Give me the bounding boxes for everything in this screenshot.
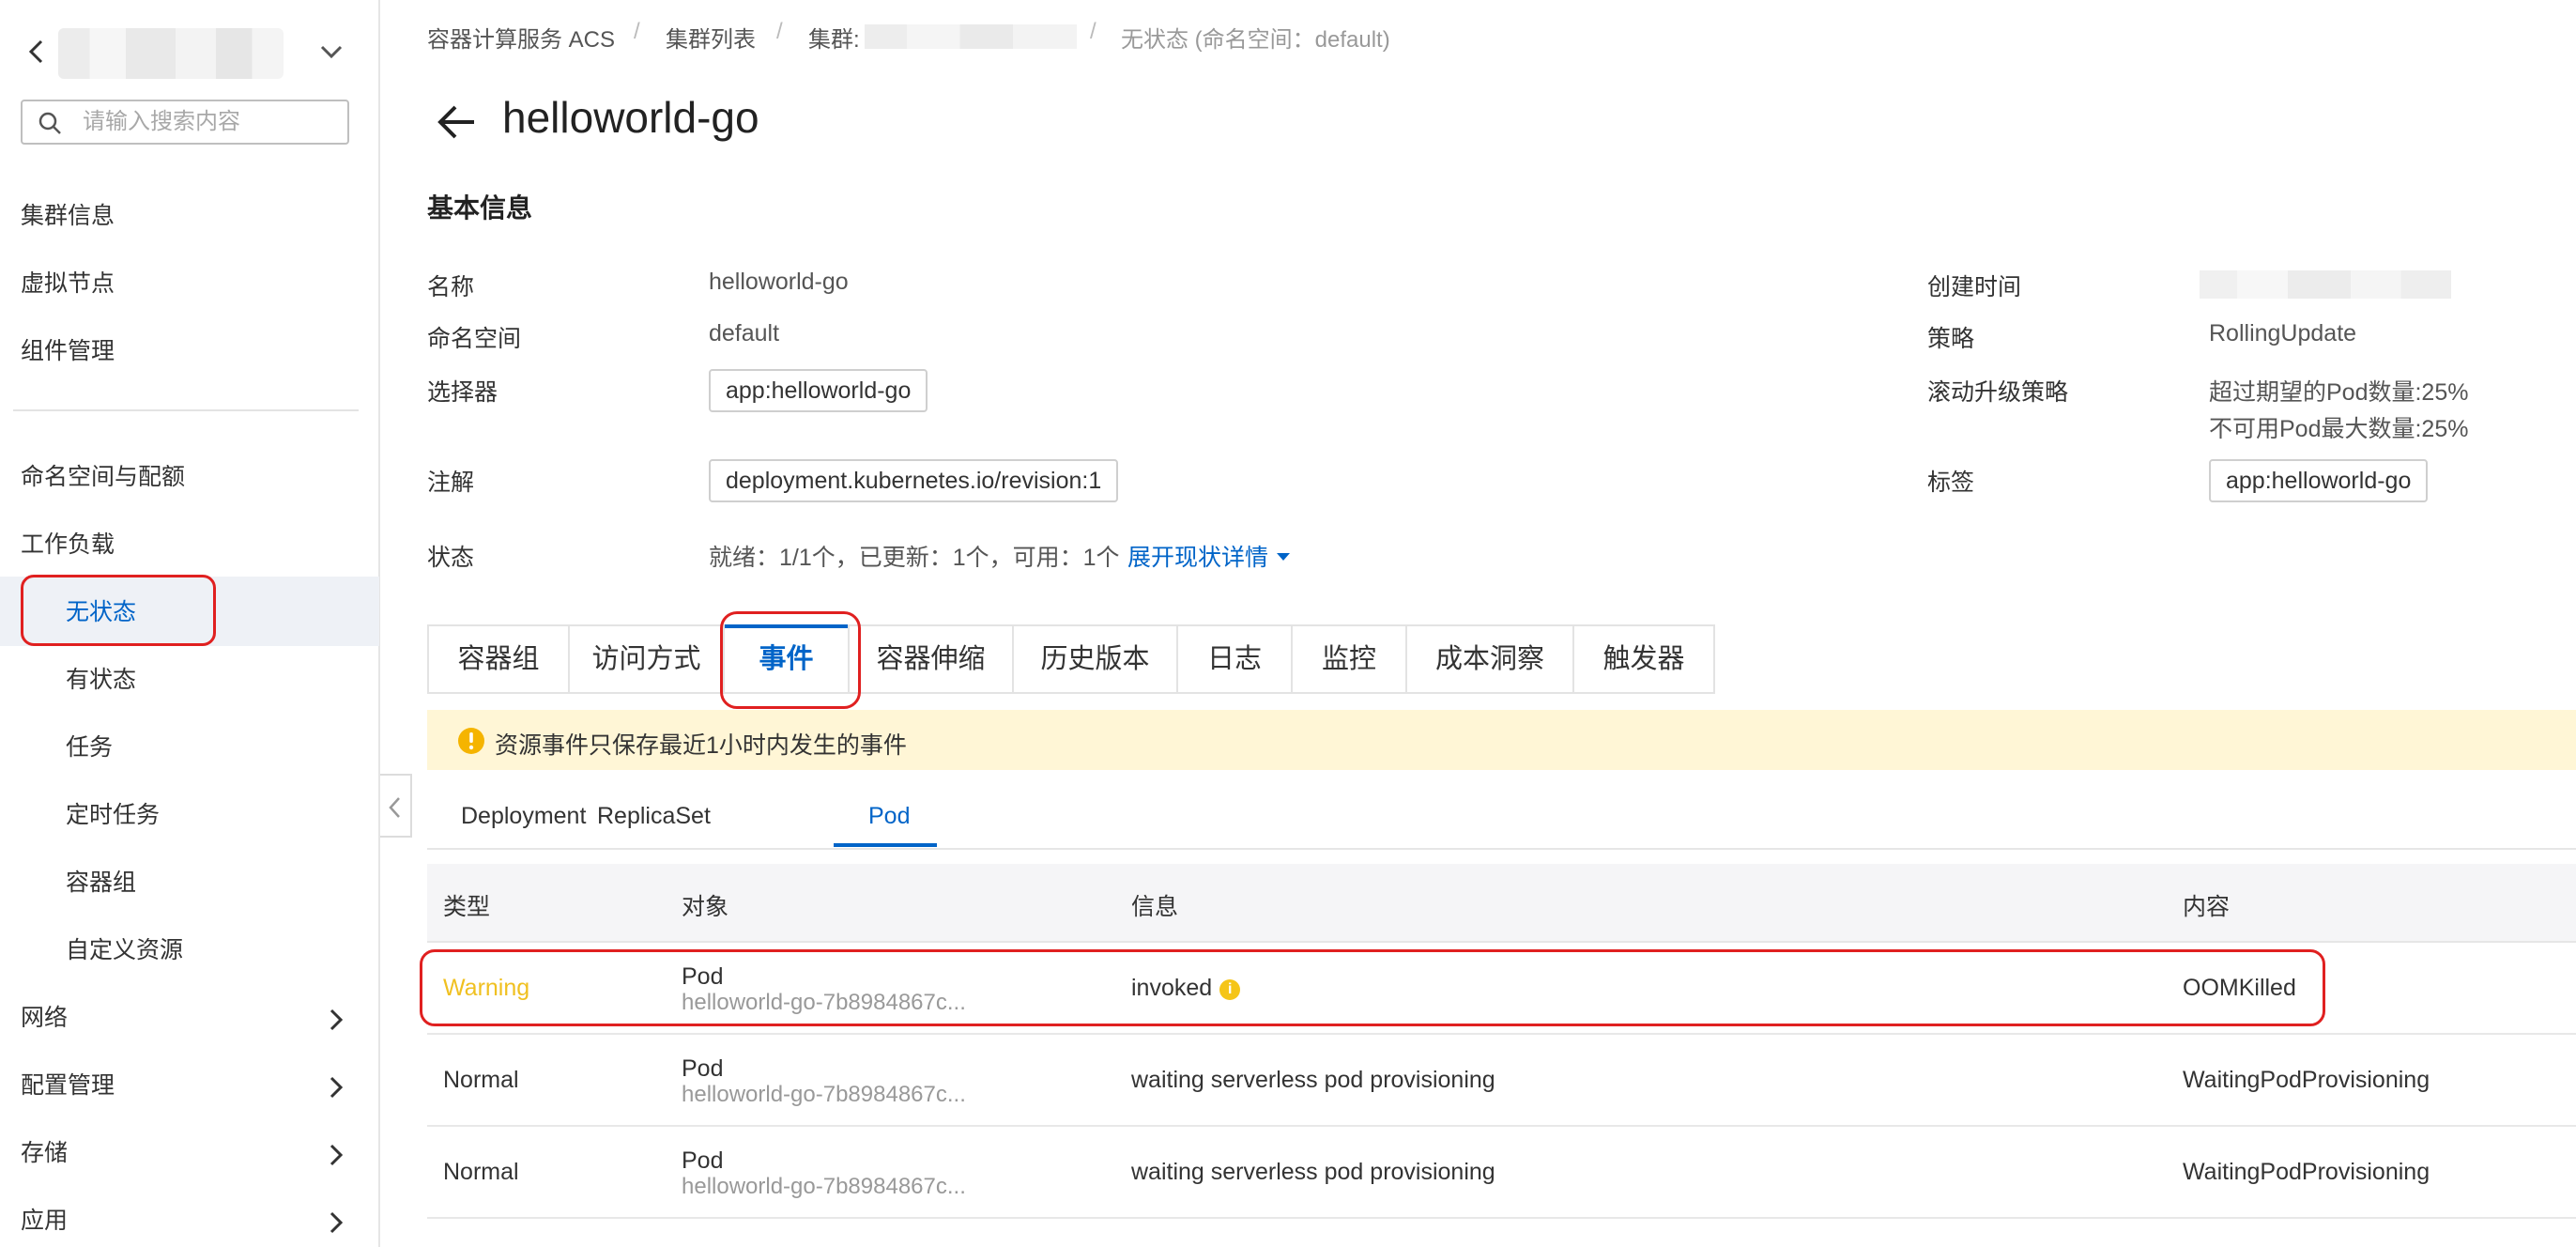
sidebar-item-jobs[interactable]: 任务 [66, 729, 113, 766]
breadcrumb-current: 无状态 (命名空间：default) [1121, 27, 1390, 53]
labels-label: 标签 [1927, 470, 1975, 496]
column-header-object: 对象 [682, 894, 729, 920]
sidebar-search [21, 100, 349, 145]
created-time-label: 创建时间 [1927, 274, 2022, 300]
column-header-content: 内容 [2183, 894, 2231, 920]
tab-logs[interactable]: 日志 [1178, 626, 1293, 692]
chevron-right-icon[interactable] [325, 1074, 347, 1101]
event-type: Normal [443, 1067, 519, 1093]
events-notice: 资源事件只保存最近1小时内发生的事件 [427, 710, 2576, 770]
tab-cost-insights[interactable]: 成本洞察 [1407, 626, 1574, 692]
cluster-id-redacted [865, 24, 1077, 49]
sidebar: 集群信息 虚拟节点 组件管理 命名空间与配额 工作负载 无状态 有状态 任务 定… [0, 0, 380, 1247]
expand-status-details-link[interactable]: 展开现状详情 [1127, 539, 1292, 573]
rolling-update-max-unavailable: 不可用Pod最大数量:25% [2209, 416, 2469, 442]
breadcrumb-separator: / [776, 19, 783, 44]
event-object-kind: Pod [682, 1055, 724, 1082]
selector-tag: app:helloworld-go [709, 369, 928, 412]
events-table-header: 类型 对象 信息 内容 [427, 864, 2576, 943]
event-content: WaitingPodProvisioning [2183, 1067, 2430, 1093]
sidebar-item-virtual-node[interactable]: 虚拟节点 [21, 265, 115, 302]
sidebar-item-network[interactable]: 网络 [21, 999, 68, 1037]
table-row: Normal Pod helloworld-go-7b8984867c... w… [427, 1127, 2576, 1219]
event-info: waiting serverless pod provisioning [1131, 1159, 1495, 1185]
sidebar-item-storage[interactable]: 存储 [21, 1134, 68, 1172]
column-header-type: 类型 [443, 894, 491, 920]
main-content: 容器计算服务 ACS / 集群列表 / 集群: / 无状态 (命名空间：defa… [380, 0, 2576, 1247]
annotation-tag: deployment.kubernetes.io/revision:1 [709, 459, 1119, 502]
event-source-subtabs: Deployment ReplicaSet Pod [427, 793, 2576, 850]
sidebar-item-config-management[interactable]: 配置管理 [21, 1067, 115, 1104]
strategy-label: 策略 [1927, 326, 1975, 352]
sidebar-divider [13, 409, 359, 411]
event-object-name[interactable]: helloworld-go-7b8984867c... [682, 1082, 966, 1108]
selector-label: 选择器 [427, 379, 498, 406]
subtab-deployment[interactable]: Deployment [461, 803, 586, 848]
subtab-active-indicator [834, 843, 937, 847]
chevron-right-icon[interactable] [325, 1209, 347, 1236]
notice-text: 资源事件只保存最近1小时内发生的事件 [495, 732, 907, 759]
detail-tabs: 容器组 访问方式 事件 容器伸缩 历史版本 日志 监控 成本洞察 触发器 [427, 624, 1715, 694]
table-row: Normal Pod helloworld-go-7b8984867c... w… [427, 1035, 2576, 1127]
breadcrumb-separator: / [634, 19, 640, 44]
sidebar-header [0, 19, 380, 85]
sidebar-item-namespace-quota[interactable]: 命名空间与配额 [21, 458, 185, 496]
status-value: 就绪：1/1个，已更新：1个，可用：1个 [709, 545, 1120, 571]
tab-triggers[interactable]: 触发器 [1574, 626, 1715, 692]
sidebar-item-applications[interactable]: 应用 [21, 1202, 68, 1239]
cluster-name-redacted [58, 28, 284, 79]
annotation-label: 注解 [427, 470, 475, 496]
namespace-value: default [709, 320, 780, 346]
chevron-right-icon[interactable] [325, 1007, 347, 1033]
tab-access-method[interactable]: 访问方式 [570, 626, 725, 692]
tab-pods[interactable]: 容器组 [429, 626, 570, 692]
tab-history-versions[interactable]: 历史版本 [1014, 626, 1178, 692]
event-object-name[interactable]: helloworld-go-7b8984867c... [682, 1174, 966, 1200]
section-title-basic-info: 基本信息 [427, 193, 533, 223]
caret-down-icon [1276, 553, 1290, 561]
subtab-replicaset[interactable]: ReplicaSet [597, 803, 711, 848]
name-value: helloworld-go [709, 269, 849, 295]
rolling-update-max-surge: 超过期望的Pod数量:25% [2209, 379, 2469, 406]
tab-monitoring[interactable]: 监控 [1293, 626, 1407, 692]
page-title: helloworld-go [502, 93, 759, 142]
event-type: Normal [443, 1159, 519, 1185]
created-time-redacted [2200, 270, 2451, 299]
expand-status-link-text: 展开现状详情 [1127, 545, 1269, 571]
sidebar-item-cronjobs[interactable]: 定时任务 [66, 796, 160, 834]
event-object-kind: Pod [682, 1147, 724, 1174]
status-label: 状态 [427, 545, 475, 571]
highlight-annotation-tab [720, 611, 861, 709]
rolling-update-label: 滚动升级策略 [1927, 379, 2069, 406]
highlight-annotation-row [420, 949, 2325, 1026]
event-content: WaitingPodProvisioning [2183, 1159, 2430, 1185]
namespace-label: 命名空间 [427, 326, 522, 352]
sidebar-item-pods[interactable]: 容器组 [66, 864, 136, 901]
search-icon [38, 112, 61, 134]
column-header-info: 信息 [1131, 894, 1179, 920]
subtab-pod[interactable]: Pod [868, 803, 910, 848]
chevron-down-icon[interactable] [315, 36, 347, 68]
breadcrumb-acs[interactable]: 容器计算服务 ACS [427, 21, 615, 54]
sidebar-item-cluster-info[interactable]: 集群信息 [21, 197, 115, 235]
strategy-value: RollingUpdate [2209, 320, 2357, 346]
sidebar-item-custom-resources[interactable]: 自定义资源 [66, 931, 183, 969]
chevron-right-icon[interactable] [325, 1142, 347, 1168]
back-arrow-icon[interactable] [23, 36, 51, 68]
search-input[interactable] [83, 107, 336, 137]
sidebar-item-statefulsets[interactable]: 有状态 [66, 661, 136, 699]
sidebar-item-component-management[interactable]: 组件管理 [21, 332, 115, 370]
labels-tag: app:helloworld-go [2209, 459, 2429, 502]
back-arrow-icon[interactable] [435, 103, 478, 141]
warning-icon [458, 728, 484, 754]
breadcrumb-cluster[interactable]: 集群: [808, 21, 860, 54]
tab-autoscaling[interactable]: 容器伸缩 [850, 626, 1014, 692]
breadcrumb-separator: / [1090, 19, 1096, 44]
highlight-annotation-sidebar [21, 575, 216, 646]
breadcrumb-cluster-list[interactable]: 集群列表 [666, 21, 756, 54]
name-label: 名称 [427, 274, 475, 300]
event-info: waiting serverless pod provisioning [1131, 1067, 1495, 1093]
sidebar-group-workload[interactable]: 工作负载 [21, 526, 115, 563]
